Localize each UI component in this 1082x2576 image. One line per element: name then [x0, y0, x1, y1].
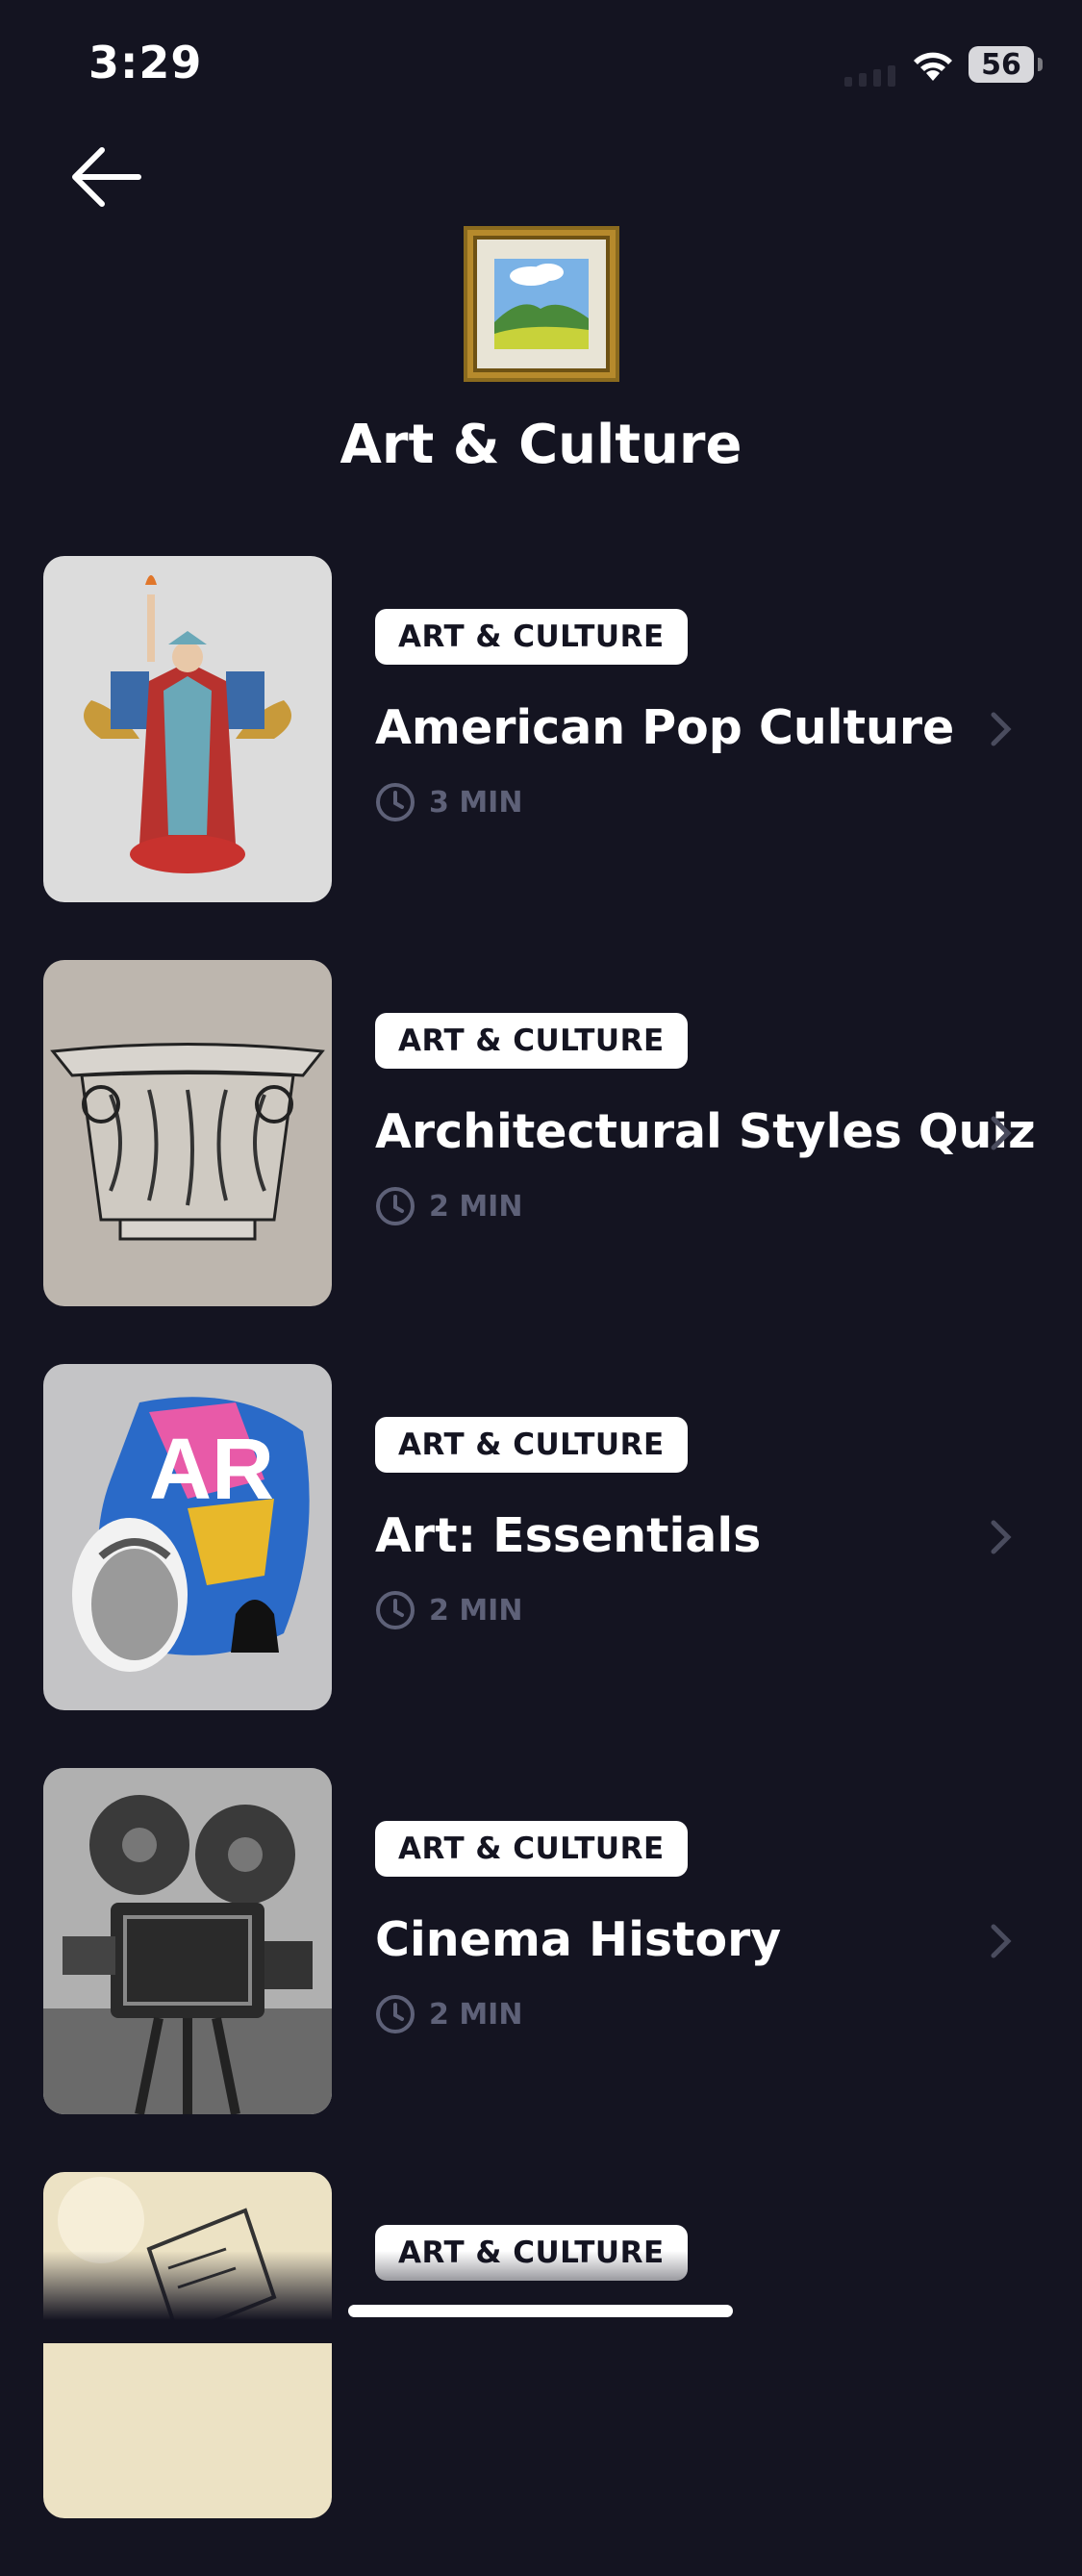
page-title: Art & Culture — [340, 414, 742, 476]
duration: 2 MIN — [375, 1186, 522, 1226]
item-title: Cinema History — [375, 1912, 782, 1967]
book-sketch-thumbnail — [43, 2172, 332, 2518]
statue-of-liberty-thumbnail — [43, 556, 332, 902]
item-title: Art: Essentials — [375, 1508, 762, 1563]
chevron-right-icon — [991, 1520, 1012, 1554]
clock-icon — [376, 1591, 415, 1629]
bottom-fade — [0, 2251, 1082, 2343]
art-collage-thumbnail: AR — [43, 1364, 332, 1710]
category-badge: ART & CULTURE — [375, 1417, 688, 1473]
duration-text: 2 MIN — [429, 1593, 523, 1628]
wifi-icon — [914, 52, 952, 81]
duration: 2 MIN — [375, 1994, 522, 2034]
category-badge: ART & CULTURE — [375, 1013, 688, 1069]
back-arrow-icon[interactable] — [69, 142, 144, 212]
duration: 2 MIN — [375, 1590, 522, 1630]
chevron-right-icon — [991, 1924, 1012, 1958]
list-item[interactable]: ART & CULTURE — [0, 2172, 1082, 2576]
battery-level: 56 — [981, 47, 1021, 82]
list-item[interactable]: ART & CULTURE Cinema History 2 MIN — [0, 1768, 1082, 2172]
battery-icon: 56 — [969, 46, 1043, 83]
list-item[interactable]: AR ART & CULTURE Art: Essentials 2 MIN — [0, 1364, 1082, 1768]
chevron-right-icon — [991, 712, 1012, 746]
duration-text: 2 MIN — [429, 1997, 523, 2032]
list-item[interactable]: ART & CULTURE American Pop Culture 3 MIN — [0, 556, 1082, 960]
duration-text: 3 MIN — [429, 785, 523, 820]
corinthian-capital-thumbnail — [43, 960, 332, 1306]
list-item[interactable]: ART & CULTURE Architectural Styles Quiz … — [0, 960, 1082, 1364]
item-title: Architectural Styles Quiz — [375, 1104, 1036, 1159]
item-title: American Pop Culture — [375, 700, 955, 755]
status-time: 3:29 — [88, 37, 203, 88]
svg-text:AR: AR — [149, 1422, 274, 1518]
cellular-signal-icon — [844, 65, 895, 87]
category-badge: ART & CULTURE — [375, 1821, 688, 1877]
clock-icon — [376, 1995, 415, 2033]
status-bar: 3:29 56 — [0, 0, 1082, 135]
category-badge: ART & CULTURE — [375, 609, 688, 665]
film-camera-thumbnail — [43, 1768, 332, 2114]
clock-icon — [376, 783, 415, 821]
duration-text: 2 MIN — [429, 1189, 523, 1224]
home-indicator[interactable] — [348, 2305, 733, 2317]
chevron-right-icon — [991, 1116, 1012, 1150]
clock-icon — [376, 1187, 415, 1225]
duration: 3 MIN — [375, 782, 522, 822]
framed-picture-icon — [464, 226, 619, 382]
